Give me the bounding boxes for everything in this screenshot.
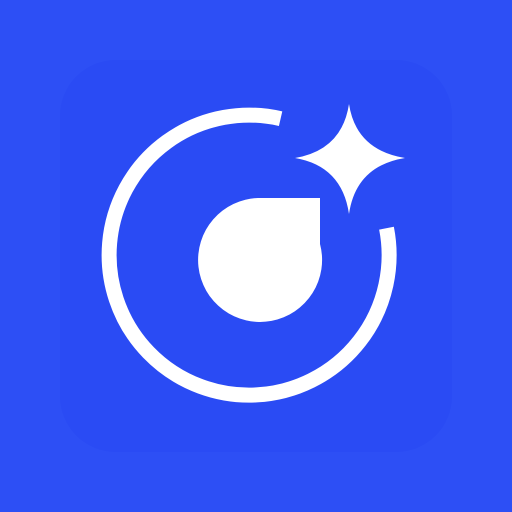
droplet-icon xyxy=(198,198,323,322)
sparkle-icon xyxy=(295,104,405,214)
app-icon xyxy=(0,0,512,512)
logo-mark xyxy=(101,104,405,403)
